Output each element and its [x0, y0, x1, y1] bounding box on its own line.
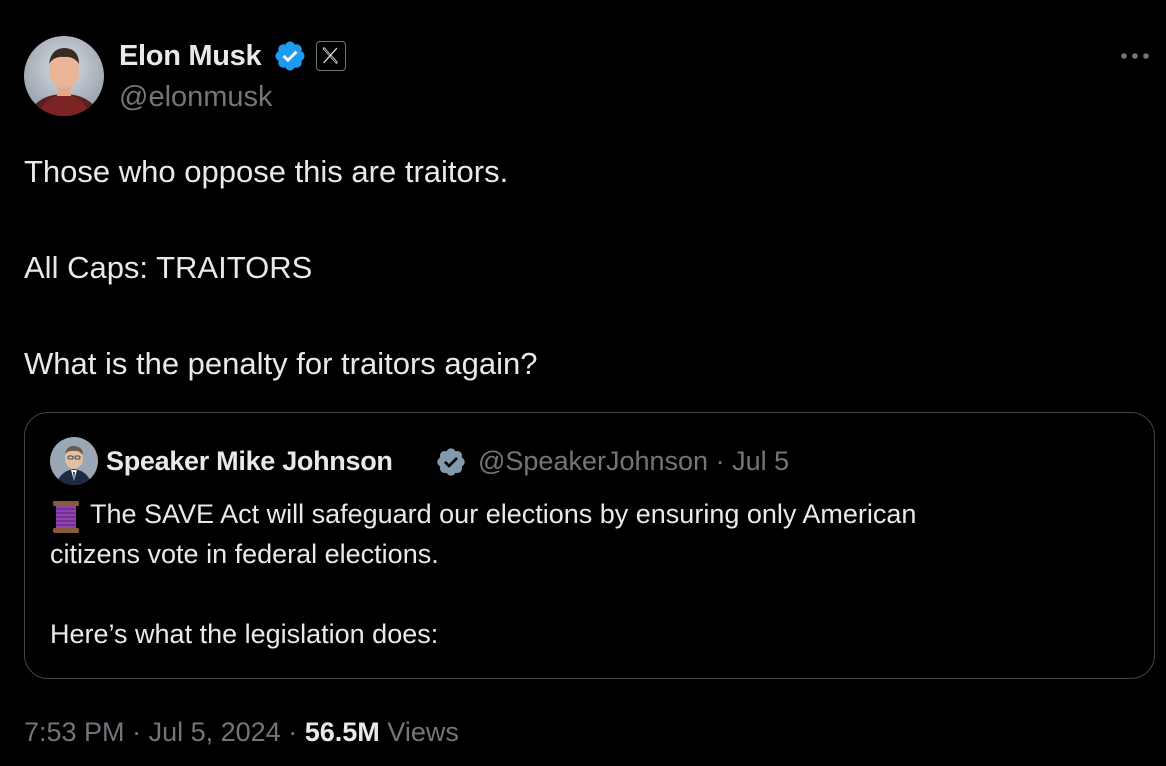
tweet-time[interactable]: 7:53 PM [24, 717, 125, 747]
footer-separator: · [288, 717, 298, 747]
author-name[interactable]: Elon Musk [119, 38, 262, 74]
views-count[interactable]: 56.5M [305, 717, 380, 747]
verified-badge-icon [275, 41, 305, 71]
avatar[interactable] [24, 36, 104, 116]
x-logo-icon[interactable] [316, 41, 346, 71]
quoted-text-line: citizens vote in federal elections. [50, 539, 439, 569]
tweet-line: What is the penalty for traitors again? [24, 346, 538, 381]
quoted-text-line: The SAVE Act will safeguard our election… [90, 499, 917, 529]
quoted-text-line: Here’s what the legislation does: [50, 619, 439, 649]
tweet-line: Those who oppose this are traitors. [24, 154, 509, 189]
tweet-date[interactable]: Jul 5, 2024 [149, 717, 281, 747]
meta-separator: · [715, 446, 725, 476]
quoted-date[interactable]: Jul 5 [732, 446, 789, 476]
tweet-line: All Caps: TRAITORS [24, 250, 313, 285]
author-handle[interactable]: @elonmusk [119, 80, 273, 114]
quoted-tweet[interactable]: Speaker Mike Johnson @SpeakerJohnson · J… [24, 412, 1155, 679]
quoted-author-handle[interactable]: @SpeakerJohnson [478, 446, 708, 476]
government-verified-badge-icon [437, 448, 465, 476]
quoted-author-name[interactable]: Speaker Mike Johnson [106, 444, 393, 478]
thread-spool-icon [53, 501, 79, 533]
quoted-avatar[interactable] [50, 437, 98, 485]
views-label: Views [387, 717, 459, 747]
quoted-meta: @SpeakerJohnson · Jul 5 [478, 444, 789, 478]
tweet-footer: 7:53 PM · Jul 5, 2024 · 56.5M Views [24, 714, 459, 750]
more-options-icon[interactable] [1118, 44, 1152, 68]
footer-separator: · [132, 717, 142, 747]
